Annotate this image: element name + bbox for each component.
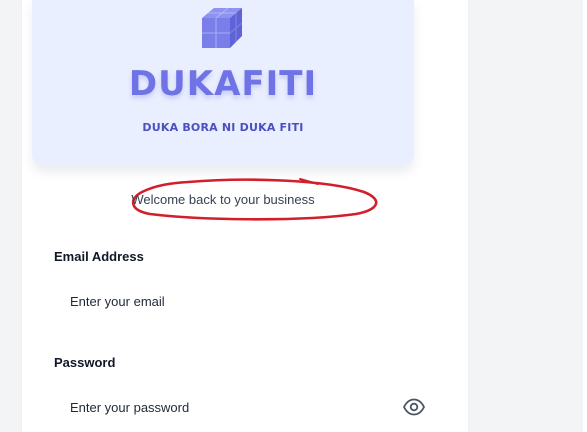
password-label: Password: [54, 355, 116, 370]
eye-icon[interactable]: [403, 398, 425, 416]
email-field[interactable]: [54, 282, 434, 320]
email-label: Email Address: [54, 249, 144, 264]
welcome-message: Welcome back to your business: [131, 192, 315, 207]
cube-icon: [202, 7, 243, 48]
login-page: DUKAFITI DUKA BORA NI DUKA FITI Welcome …: [0, 0, 587, 432]
password-field[interactable]: [54, 388, 434, 426]
brand-tagline: DUKA BORA NI DUKA FITI: [142, 121, 304, 134]
brand-header: DUKAFITI DUKA BORA NI DUKA FITI: [32, 0, 414, 166]
right-panel-edge: [583, 0, 587, 432]
brand-name: DUKAFITI: [128, 64, 318, 104]
